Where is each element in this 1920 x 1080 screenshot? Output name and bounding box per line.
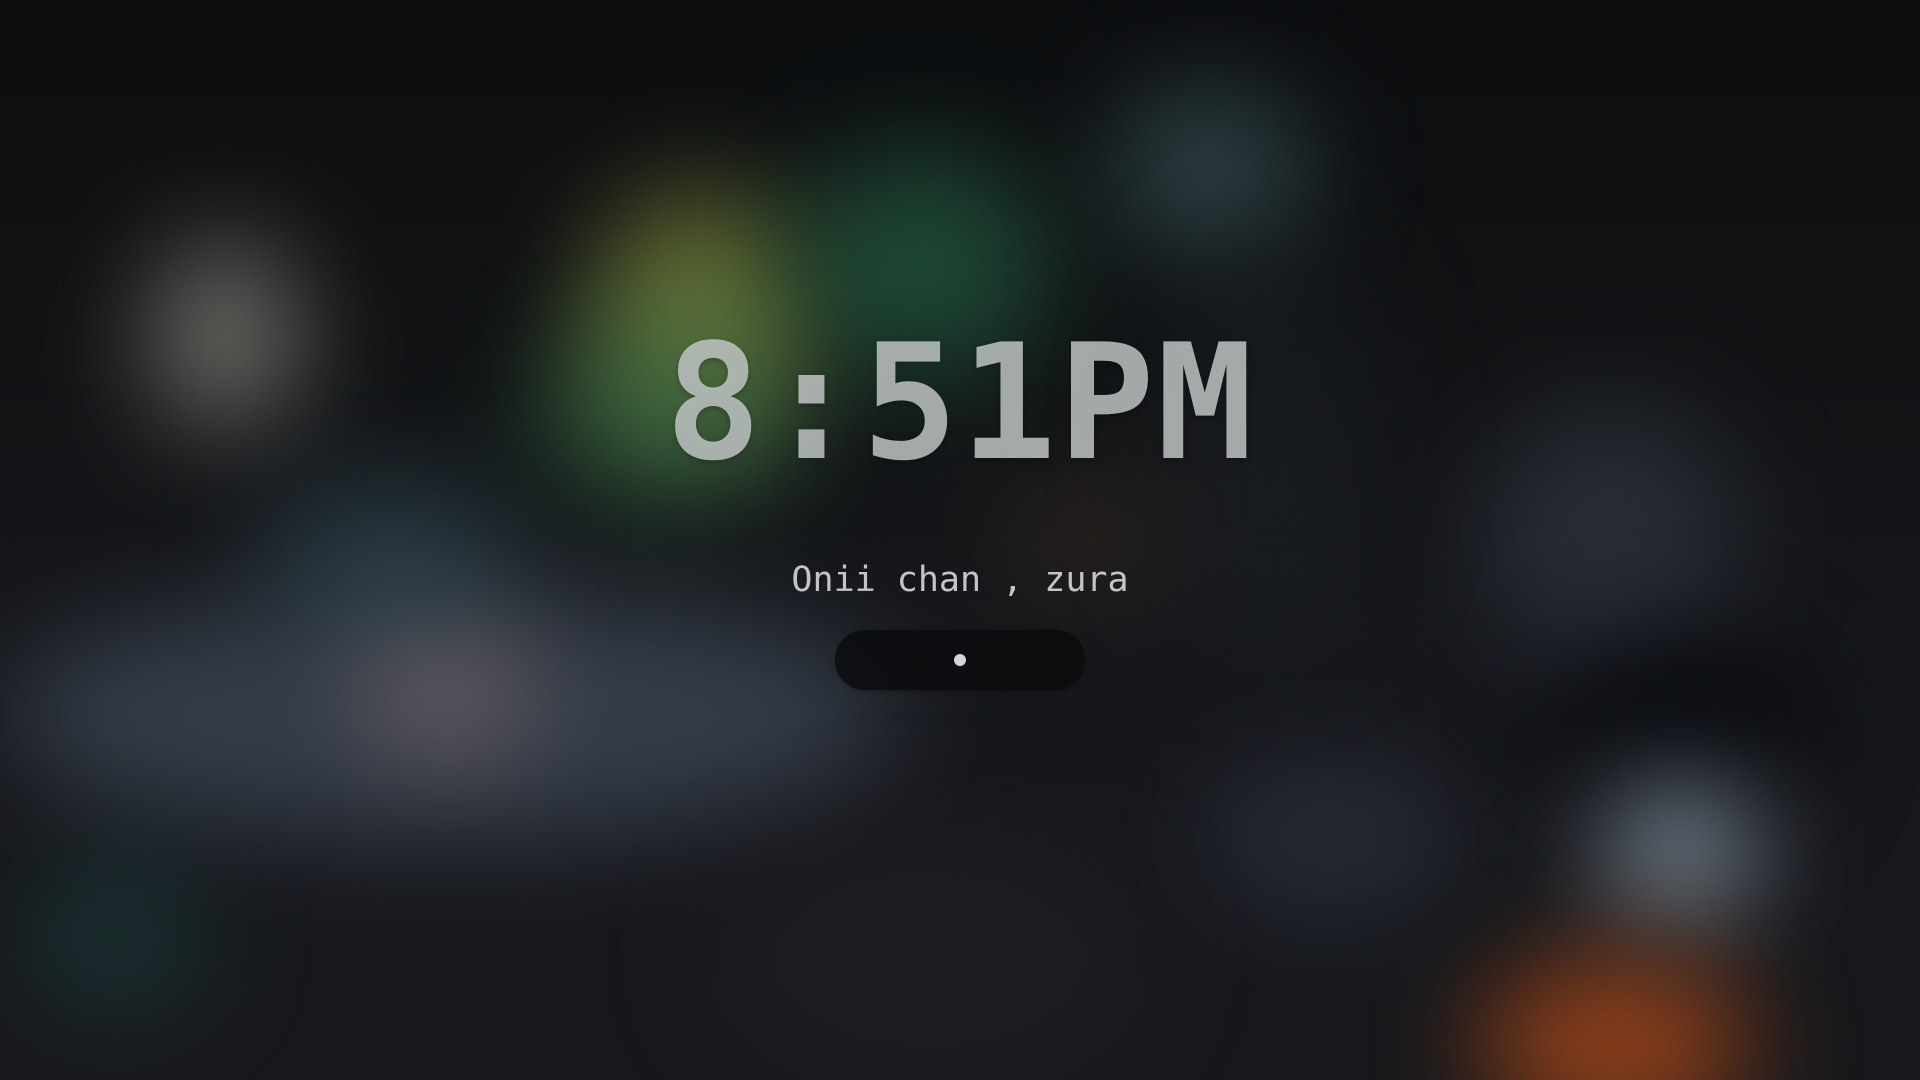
clock-time: 8:51PM xyxy=(665,309,1255,496)
lock-overlay: 8:51PM Onii chan , zura xyxy=(0,0,1920,1080)
password-dot xyxy=(954,654,966,666)
lock-screen: 8:51PM Onii chan , zura xyxy=(0,0,1920,1080)
password-input[interactable] xyxy=(835,630,1085,690)
greeting-message: Onii chan , zura xyxy=(791,559,1129,600)
